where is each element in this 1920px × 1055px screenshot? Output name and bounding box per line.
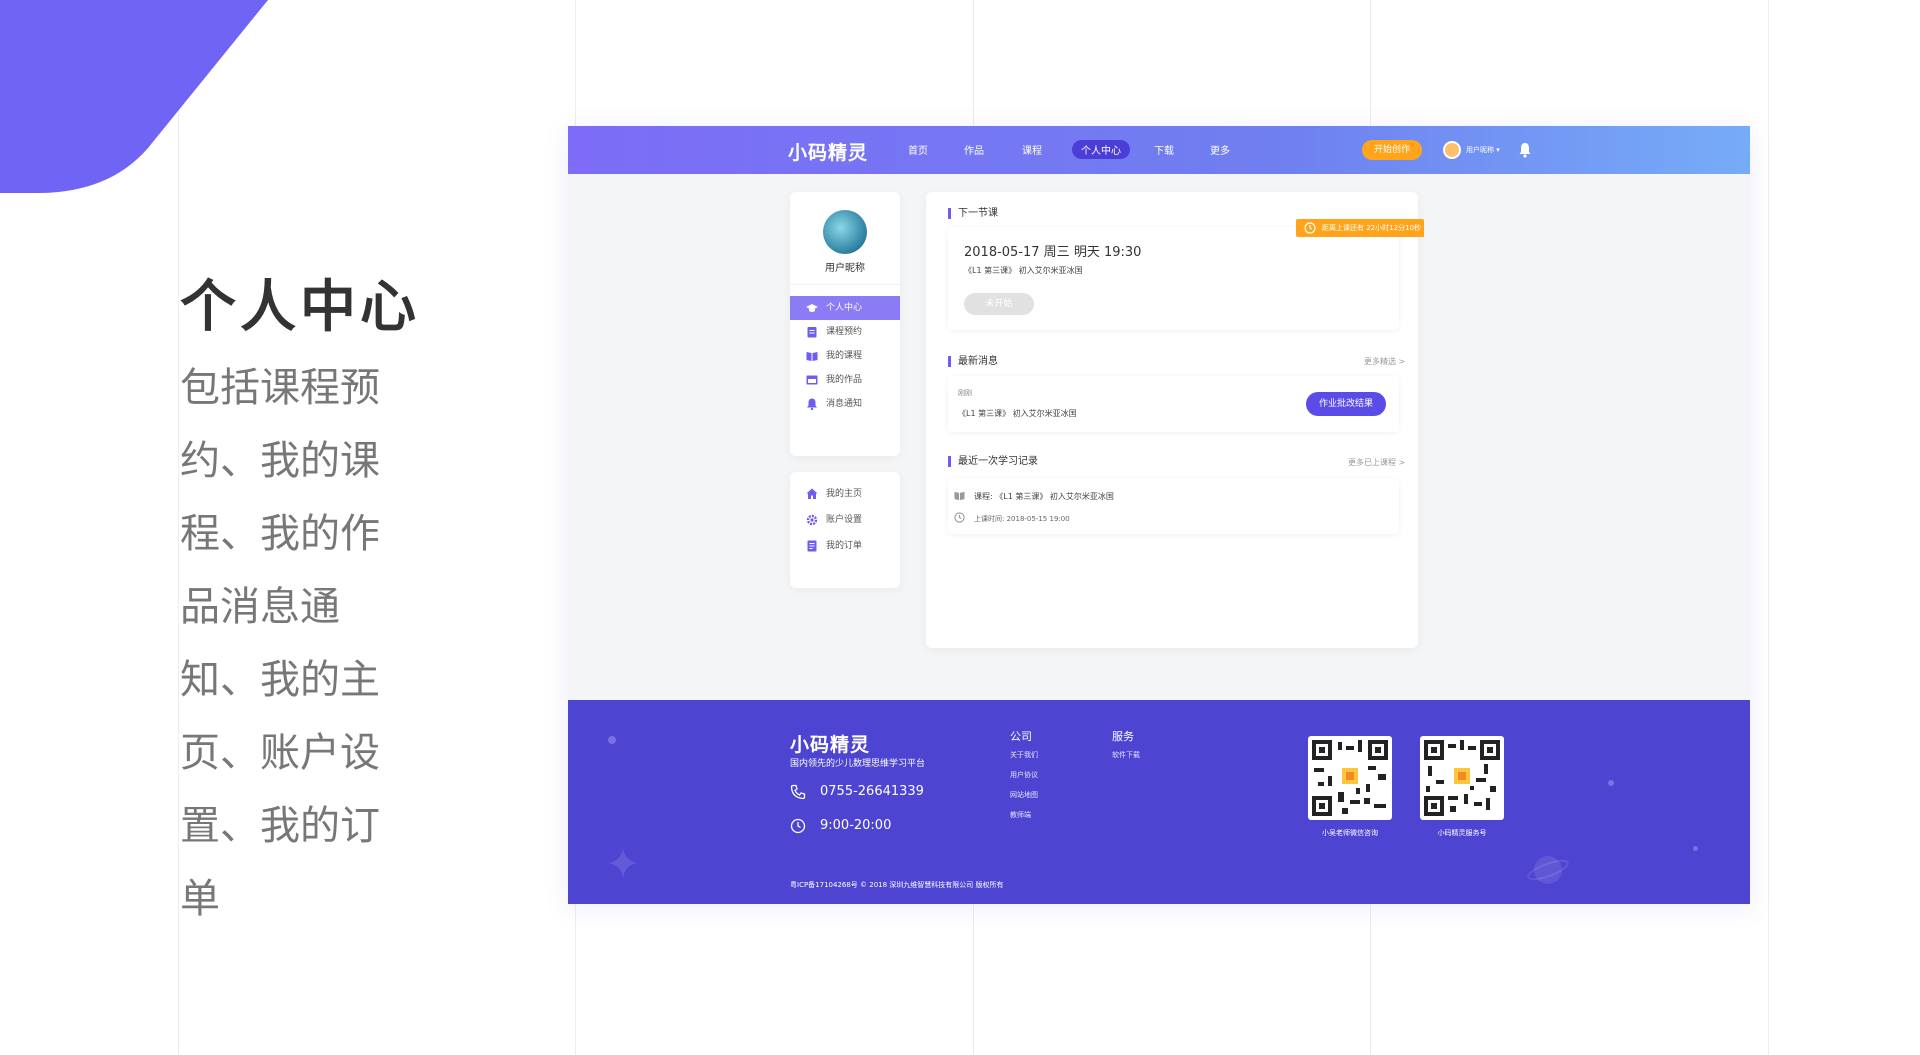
guide-line	[1768, 0, 1769, 1055]
decor-dot	[1608, 780, 1614, 786]
lesson-datetime: 2018-05-17 周三 明天 19:30	[964, 245, 1142, 260]
footer-copyright: 粤ICP备17104268号 © 2018 深圳九维智慧科技有限公司 版权所有	[790, 881, 1004, 889]
top-navigation-bar: 小码精灵 首页 作品 课程 个人中心 下载 更多 开始创作 用户昵称 ▾	[568, 126, 1750, 174]
profile-avatar[interactable]	[823, 210, 867, 254]
bell-icon	[807, 398, 817, 410]
lesson-name: 《L1 第三课》 初入艾尔米亚冰国	[964, 266, 1083, 275]
decor-dot	[1693, 846, 1698, 851]
home-icon	[806, 488, 818, 499]
record-course: 课程: 《L1 第三课》 初入艾尔米亚冰国	[974, 492, 1114, 501]
hero-title: 个人中心	[180, 275, 420, 340]
start-creating-button[interactable]: 开始创作	[1362, 140, 1422, 160]
sidebar-account-card: 我的主页 账户设置 我的订单	[790, 472, 900, 588]
next-lesson-title: 下一节课	[948, 208, 998, 219]
clock-icon	[790, 818, 806, 834]
homework-result-button[interactable]: 作业批改结果	[1306, 392, 1386, 416]
slide: 个人中心 包括课程预约、我的课程、我的作品消息通知、我的主页、账户设置、我的订单…	[0, 0, 1920, 1055]
website-mockup: 小码精灵 首页 作品 课程 个人中心 下载 更多 开始创作 用户昵称 ▾ 用户昵…	[568, 126, 1750, 904]
sidebar-item-label: 我的主页	[826, 489, 863, 499]
footer-slogan: 国内领先的少儿数理思维学习平台	[790, 759, 926, 769]
nav-download[interactable]: 下载	[1154, 142, 1174, 157]
footer-company-title: 公司	[1010, 730, 1032, 743]
graduation-cap-icon	[806, 304, 818, 312]
qr-code-service	[1420, 736, 1504, 820]
sidebar-item-label: 个人中心	[826, 303, 863, 313]
footer-hours: 9:00-20:00	[820, 818, 892, 833]
sidebar-item-label: 账户设置	[826, 515, 863, 525]
sidebar-item-my-orders[interactable]: 我的订单	[790, 534, 900, 558]
sidebar-item-label: 我的课程	[826, 351, 863, 361]
last-record-box: 课程: 《L1 第三课》 初入艾尔米亚冰国 上课时间: 2018-05-15 1…	[948, 478, 1399, 534]
qr-code-wechat	[1308, 736, 1392, 820]
record-time: 上课时间: 2018-05-15 19:00	[974, 515, 1070, 523]
footer-link-about[interactable]: 关于我们	[1010, 750, 1038, 760]
message-time: 刚刚	[958, 389, 972, 397]
main-content-card: 下一节课 距离上课还有 22小时12分10秒 2018-05-17 周三 明天 …	[926, 192, 1424, 648]
latest-message-title: 最新消息	[948, 356, 998, 367]
sidebar-item-personal-center[interactable]: 个人中心	[790, 296, 900, 320]
qr-label-wechat: 小吴老师微信咨询	[1322, 829, 1378, 837]
more-messages-link[interactable]: 更多精选 >	[1364, 356, 1405, 367]
nav-works[interactable]: 作品	[964, 142, 984, 157]
latest-message-box: 刚刚 《L1 第三课》 初入艾尔米亚冰国 作业批改结果	[948, 376, 1399, 432]
footer-link-agreement[interactable]: 用户协议	[1010, 770, 1038, 780]
nav-more[interactable]: 更多	[1210, 142, 1230, 157]
not-started-button[interactable]: 未开始	[964, 293, 1034, 315]
sidebar-item-my-courses[interactable]: 我的课程	[790, 344, 900, 368]
gear-icon	[806, 514, 818, 526]
footer-link-sitemap[interactable]: 网站地图	[1010, 790, 1038, 800]
last-record-title: 最近一次学习记录	[948, 456, 1038, 467]
footer-service-title: 服务	[1112, 730, 1134, 743]
book-icon	[806, 352, 818, 361]
sidebar-item-label: 消息通知	[826, 399, 863, 409]
footer-link-download[interactable]: 软件下载	[1112, 750, 1140, 760]
divider	[790, 284, 900, 285]
user-menu[interactable]: 用户昵称 ▾	[1466, 145, 1500, 155]
next-lesson-box: 距离上课还有 22小时12分10秒 2018-05-17 周三 明天 19:30…	[948, 219, 1424, 330]
clipboard-icon	[807, 327, 817, 338]
decor-dot	[608, 736, 616, 744]
sidebar-item-my-works[interactable]: 我的作品	[790, 368, 900, 392]
more-courses-link[interactable]: 更多已上课程 >	[1348, 457, 1405, 468]
qr-code-icon	[1424, 740, 1500, 816]
sidebar-item-my-homepage[interactable]: 我的主页	[790, 482, 900, 506]
sidebar-item-account-settings[interactable]: 账户设置	[790, 508, 900, 532]
site-logo[interactable]: 小码精灵	[788, 138, 868, 165]
sidebar-item-label: 课程预约	[826, 327, 863, 337]
message-text: 《L1 第三课》 初入艾尔米亚冰国	[958, 409, 1077, 418]
sidebar-profile-card: 用户昵称 个人中心 课程预约 我的课程 我的作品 消息通知	[790, 192, 900, 456]
site-footer: 小码精灵 国内领先的少儿数理思维学习平台 0755-26641339 9:00-…	[568, 700, 1750, 904]
sidebar-item-course-booking[interactable]: 课程预约	[790, 320, 900, 344]
clock-icon	[1304, 222, 1316, 234]
sidebar-item-label: 我的订单	[826, 541, 863, 551]
planet-decoration	[1527, 856, 1569, 884]
qr-code-icon	[1312, 740, 1388, 816]
sidebar-item-notifications[interactable]: 消息通知	[790, 392, 900, 416]
order-icon	[807, 540, 817, 552]
corner-decoration	[0, 0, 268, 193]
footer-phone: 0755-26641339	[820, 784, 924, 799]
user-avatar[interactable]	[1443, 141, 1461, 159]
phone-icon	[790, 784, 806, 800]
countdown-badge: 距离上课还有 22小时12分10秒	[1296, 219, 1424, 237]
star-decoration	[608, 848, 638, 878]
sidebar-item-label: 我的作品	[826, 375, 863, 385]
nav-courses[interactable]: 课程	[1022, 142, 1042, 157]
bell-icon[interactable]	[1518, 142, 1532, 158]
gallery-icon	[806, 375, 818, 385]
clock-icon	[954, 512, 965, 523]
qr-label-service: 小码精灵服务号	[1437, 829, 1487, 837]
footer-link-teacher[interactable]: 教师端	[1010, 810, 1031, 820]
hero-description: 包括课程预约、我的课程、我的作品消息通知、我的主页、账户设置、我的订单	[180, 365, 380, 922]
countdown-text: 距离上课还有 22小时12分10秒	[1322, 224, 1421, 232]
book-icon	[954, 491, 965, 501]
nav-personal-center[interactable]: 个人中心	[1072, 140, 1130, 159]
footer-logo[interactable]: 小码精灵	[790, 730, 870, 757]
nav-home[interactable]: 首页	[908, 142, 928, 157]
profile-nickname: 用户昵称	[825, 263, 865, 274]
